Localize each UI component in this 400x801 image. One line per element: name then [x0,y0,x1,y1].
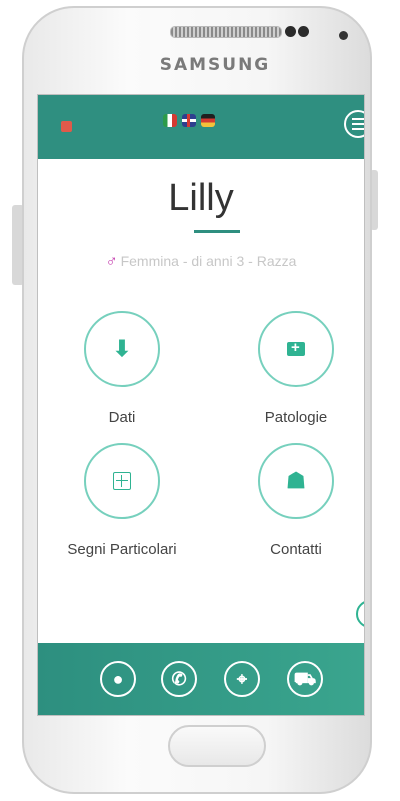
phone-icon: ✆ [171,669,187,689]
title-underline [194,230,240,233]
pet-name: Lilly [168,177,234,219]
tile-segni-label: Segni Particolari [67,541,177,558]
device-brand: SAMSUNG [159,55,271,75]
light-sensor [339,31,348,40]
language-switcher [163,114,215,127]
tile-patologie-label: Patologie [264,409,328,426]
tile-dati-label: Dati [108,409,136,426]
users-icon: ☗ [286,468,306,493]
user-icon: ● [112,669,124,689]
home-button[interactable] [168,725,266,767]
nav-user-button[interactable]: ● [100,661,136,697]
tile-contatti-label: Contatti [270,541,322,558]
scroll-up-button[interactable]: ↑ [356,600,364,628]
gender-icon: ♂ [105,253,118,270]
flag-italy-icon[interactable] [163,114,177,127]
truck-icon: ⛟ [293,669,317,689]
tile-contatti[interactable]: ☗ Contatti [236,443,356,558]
pet-details: ♂ Femmina - di anni 3 - Razza [38,253,364,271]
pet-details-text: Femmina - di anni 3 - Razza [120,253,297,269]
menu-button[interactable] [344,110,364,138]
status-dot-icon[interactable] [61,121,72,132]
hamburger-icon [352,118,364,130]
tile-dati[interactable]: ⬇ Dati [62,311,182,426]
tile-contatti-circle[interactable]: ☗ [258,443,334,519]
flag-uk-icon[interactable] [182,114,196,127]
app-header [38,95,364,159]
tile-patologie[interactable]: Patologie [236,311,356,426]
nav-truck-button[interactable]: ⛟ [287,661,323,697]
plus-box-icon [113,472,131,490]
flag-germany-icon[interactable] [201,114,215,127]
app-screen: Lilly ♂ Femmina - di anni 3 - Razza ⬇ Dat… [37,94,365,716]
medkit-icon [287,339,305,356]
tile-patologie-circle[interactable] [258,311,334,387]
tile-dati-circle[interactable]: ⬇ [84,311,160,387]
earpiece-speaker [170,26,282,38]
bottom-nav: ● ✆ ⌖ ⛟ [38,643,364,715]
proximity-sensor [298,26,309,37]
download-icon: ⬇ [112,336,132,361]
nav-phone-button[interactable]: ✆ [161,661,197,697]
tile-segni-circle[interactable] [84,443,160,519]
nav-location-button[interactable]: ⌖ [224,661,260,697]
location-pin-icon: ⌖ [236,669,248,689]
front-camera [285,26,296,37]
tile-segni-particolari[interactable]: Segni Particolari [62,443,182,558]
